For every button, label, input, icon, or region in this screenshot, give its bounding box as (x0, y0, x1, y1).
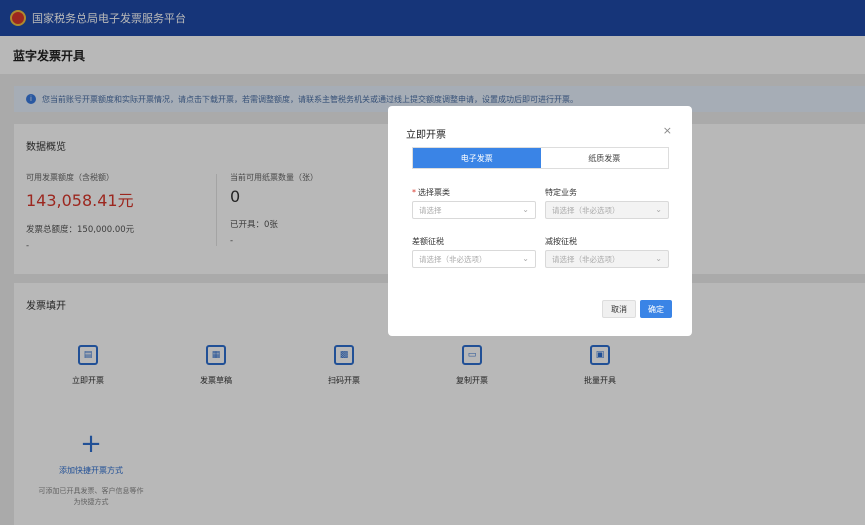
special-business-select[interactable]: 请选择（非必选项） ⌄ (545, 201, 669, 219)
chevron-down-icon: ⌄ (655, 254, 662, 263)
invoice-type-label: * 选择票类 (412, 187, 450, 198)
select-placeholder: 请选择（非必选项） (419, 254, 487, 264)
select-placeholder: 请选择 (419, 205, 442, 215)
dialog-title: 立即开票 (406, 130, 446, 141)
diff-tax-select[interactable]: 请选择（非必选项） ⌄ (412, 250, 536, 268)
chevron-down-icon: ⌄ (522, 254, 529, 263)
chevron-down-icon: ⌄ (655, 205, 662, 214)
select-placeholder: 请选择（非必选项） (552, 254, 620, 264)
required-marker: * (412, 188, 416, 197)
tab-paper-invoice[interactable]: 纸质发票 (541, 148, 669, 168)
chevron-down-icon: ⌄ (522, 205, 529, 214)
cancel-button[interactable]: 取消 (602, 300, 636, 318)
reduced-tax-select[interactable]: 请选择（非必选项） ⌄ (545, 250, 669, 268)
invoice-type-label-text: 选择票类 (418, 188, 450, 197)
tab-electronic-invoice[interactable]: 电子发票 (413, 148, 541, 168)
invoice-type-select[interactable]: 请选择 ⌄ (412, 201, 536, 219)
confirm-button[interactable]: 确定 (640, 300, 672, 318)
close-icon[interactable]: × (663, 124, 672, 137)
diff-tax-label: 差额征税 (412, 237, 444, 246)
select-placeholder: 请选择（非必选项） (552, 205, 620, 215)
invoice-medium-tabs: 电子发票 纸质发票 (412, 147, 669, 169)
special-business-label: 特定业务 (545, 188, 577, 197)
reduced-tax-label: 减按征税 (545, 237, 577, 246)
issue-now-dialog: 立即开票 × 电子发票 纸质发票 * 选择票类 请选择 ⌄ 特定业务 请选择（非必… (388, 106, 692, 336)
